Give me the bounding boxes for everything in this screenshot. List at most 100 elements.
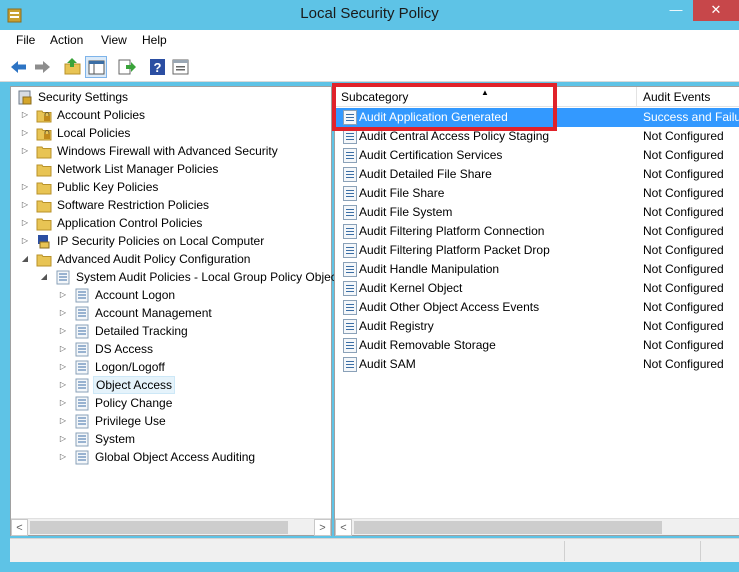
audit-events-value: Not Configured — [643, 281, 724, 295]
tree-item-label: Application Control Policies — [57, 216, 203, 230]
menu-view[interactable]: View — [101, 33, 127, 47]
tree-item[interactable]: ▷ System — [11, 430, 331, 448]
properties-icon — [172, 59, 189, 75]
tree-item-label: Account Management — [95, 306, 212, 320]
tree-item[interactable]: ▷ Account Management — [11, 304, 331, 322]
list-row[interactable]: Audit Removable Storage Not Configured — [335, 336, 739, 355]
audit-policy-icon — [74, 342, 90, 357]
minimize-button[interactable]: — — [662, 0, 690, 21]
tree-item-label: System — [95, 432, 136, 446]
expand-arrow-icon[interactable]: ▷ — [58, 448, 68, 466]
tree-item[interactable]: ▷ Global Object Access Auditing — [11, 448, 331, 466]
tree-item[interactable]: ◢ System Audit Policies - Local Group Pol… — [11, 268, 337, 286]
tree-item-label: Software Restriction Policies — [57, 198, 210, 212]
audit-events-value: Not Configured — [643, 300, 724, 314]
tree-item[interactable]: ▷ Object Access — [11, 376, 331, 394]
collapse-arrow-icon[interactable]: ◢ — [39, 268, 49, 286]
list-row[interactable]: Audit Filtering Platform Packet Drop Not … — [335, 241, 739, 260]
expand-arrow-icon[interactable]: ▷ — [20, 178, 30, 196]
tree-horizontal-scrollbar[interactable]: < > — [11, 518, 331, 536]
tree-item[interactable]: ▷ Software Restriction Policies — [11, 196, 331, 214]
folder-icon — [36, 252, 52, 267]
folder-lock-icon — [36, 108, 52, 123]
expand-arrow-icon[interactable]: ▷ — [58, 322, 68, 340]
expand-arrow-icon[interactable]: ▷ — [58, 340, 68, 358]
folder-icon — [36, 144, 52, 159]
audit-events-value: Not Configured — [643, 338, 724, 352]
expand-arrow-icon[interactable]: ▷ — [58, 286, 68, 304]
forward-button[interactable] — [31, 56, 53, 78]
list-row[interactable]: Audit Certification Services Not Configur… — [335, 146, 739, 165]
expand-arrow-icon[interactable]: ▷ — [20, 106, 30, 124]
tree-item[interactable]: ▷ Detailed Tracking — [11, 322, 331, 340]
audit-policy-icon — [74, 396, 90, 411]
expand-arrow-icon[interactable]: ▷ — [58, 358, 68, 376]
title-bar[interactable]: Local Security Policy — ✕ — [0, 0, 739, 30]
list-horizontal-scrollbar[interactable]: < — [335, 518, 739, 536]
list-row[interactable]: Audit SAM Not Configured — [335, 355, 739, 374]
expand-arrow-icon[interactable]: ▷ — [20, 232, 30, 250]
tree-item[interactable]: ▷ Public Key Policies — [11, 178, 331, 196]
column-audit-events[interactable]: Audit Events — [637, 87, 739, 107]
tree-item-label: Windows Firewall with Advanced Security — [57, 144, 278, 158]
properties-button[interactable] — [170, 56, 192, 78]
console-tree-icon — [88, 60, 105, 75]
tree-item[interactable]: ▷ Policy Change — [11, 394, 331, 412]
menu-file[interactable]: File — [16, 33, 35, 47]
expand-arrow-icon[interactable]: ▷ — [20, 124, 30, 142]
menu-action[interactable]: Action — [50, 33, 83, 47]
list-row[interactable]: Audit Filtering Platform Connection Not C… — [335, 222, 739, 241]
close-button[interactable]: ✕ — [693, 0, 739, 21]
back-button[interactable] — [8, 56, 30, 78]
expand-arrow-icon[interactable]: ▷ — [58, 430, 68, 448]
console-tree-pane[interactable]: Security Settings ▷ Account Policies ▷ Local… — [10, 86, 337, 536]
list-row[interactable]: Audit File Share Not Configured — [335, 184, 739, 203]
tree-item[interactable]: ▷ Privilege Use — [11, 412, 331, 430]
tree-scroll-left-button[interactable]: < — [11, 519, 28, 536]
expand-arrow-icon[interactable]: ▷ — [20, 142, 30, 160]
expand-arrow-icon[interactable]: ▷ — [58, 376, 68, 394]
tree-item[interactable]: ▷ Local Policies — [11, 124, 331, 142]
expand-arrow-icon[interactable]: ▷ — [58, 394, 68, 412]
tree-item-label: Logon/Logoff — [95, 360, 165, 374]
expand-arrow-icon[interactable]: ▷ — [58, 304, 68, 322]
tree-item-label: Detailed Tracking — [95, 324, 188, 338]
tree-item-label: System Audit Policies - Local Group Poli… — [76, 270, 337, 284]
expand-arrow-icon — [20, 160, 30, 178]
list-row[interactable]: Audit Handle Manipulation Not Configured — [335, 260, 739, 279]
tree-item[interactable]: ◢ Advanced Audit Policy Configuration — [11, 250, 331, 268]
tree-item[interactable]: ▷ Account Logon — [11, 286, 331, 304]
highlight-annotation-box — [332, 83, 557, 131]
expand-arrow-icon[interactable]: ▷ — [58, 412, 68, 430]
audit-events-value: Not Configured — [643, 148, 724, 162]
list-row[interactable]: Audit Registry Not Configured — [335, 317, 739, 336]
menu-help[interactable]: Help — [142, 33, 167, 47]
export-list-button[interactable] — [116, 56, 138, 78]
tree-item[interactable]: ▷ Account Policies — [11, 106, 331, 124]
list-scroll-thumb[interactable] — [354, 521, 662, 534]
tree-item[interactable]: ▷ Application Control Policies — [11, 214, 331, 232]
list-row[interactable]: Audit File System Not Configured — [335, 203, 739, 222]
tree-scroll-thumb[interactable] — [30, 521, 288, 534]
tree-item[interactable]: Security Settings — [11, 88, 331, 106]
tree-item[interactable]: ▷ IP Security Policies on Local Computer — [11, 232, 331, 250]
audit-subcategory-icon — [343, 357, 357, 372]
show-hide-tree-button[interactable] — [85, 56, 107, 78]
list-scroll-left-button[interactable]: < — [335, 519, 352, 536]
list-row[interactable]: Audit Kernel Object Not Configured — [335, 279, 739, 298]
help-button[interactable]: ? — [147, 56, 169, 78]
tree-item[interactable]: ▷ DS Access — [11, 340, 331, 358]
audit-events-value: Not Configured — [643, 186, 724, 200]
tree-scroll-right-button[interactable]: > — [314, 519, 331, 536]
up-folder-button[interactable] — [62, 56, 84, 78]
expand-arrow-icon[interactable]: ▷ — [20, 214, 30, 232]
list-row[interactable]: Audit Detailed File Share Not Configured — [335, 165, 739, 184]
expand-arrow-icon[interactable]: ▷ — [20, 196, 30, 214]
tree-item[interactable]: ▷ Windows Firewall with Advanced Security — [11, 142, 331, 160]
tree-item[interactable]: Network List Manager Policies — [11, 160, 331, 178]
list-row[interactable]: Audit Other Object Access Events Not Conf… — [335, 298, 739, 317]
tree-item[interactable]: ▷ Logon/Logoff — [11, 358, 331, 376]
details-pane[interactable]: Subcategory ▲ Audit Events Audit Applica… — [334, 86, 739, 536]
collapse-arrow-icon[interactable]: ◢ — [20, 250, 30, 268]
tree-item-label: Object Access — [93, 376, 176, 394]
